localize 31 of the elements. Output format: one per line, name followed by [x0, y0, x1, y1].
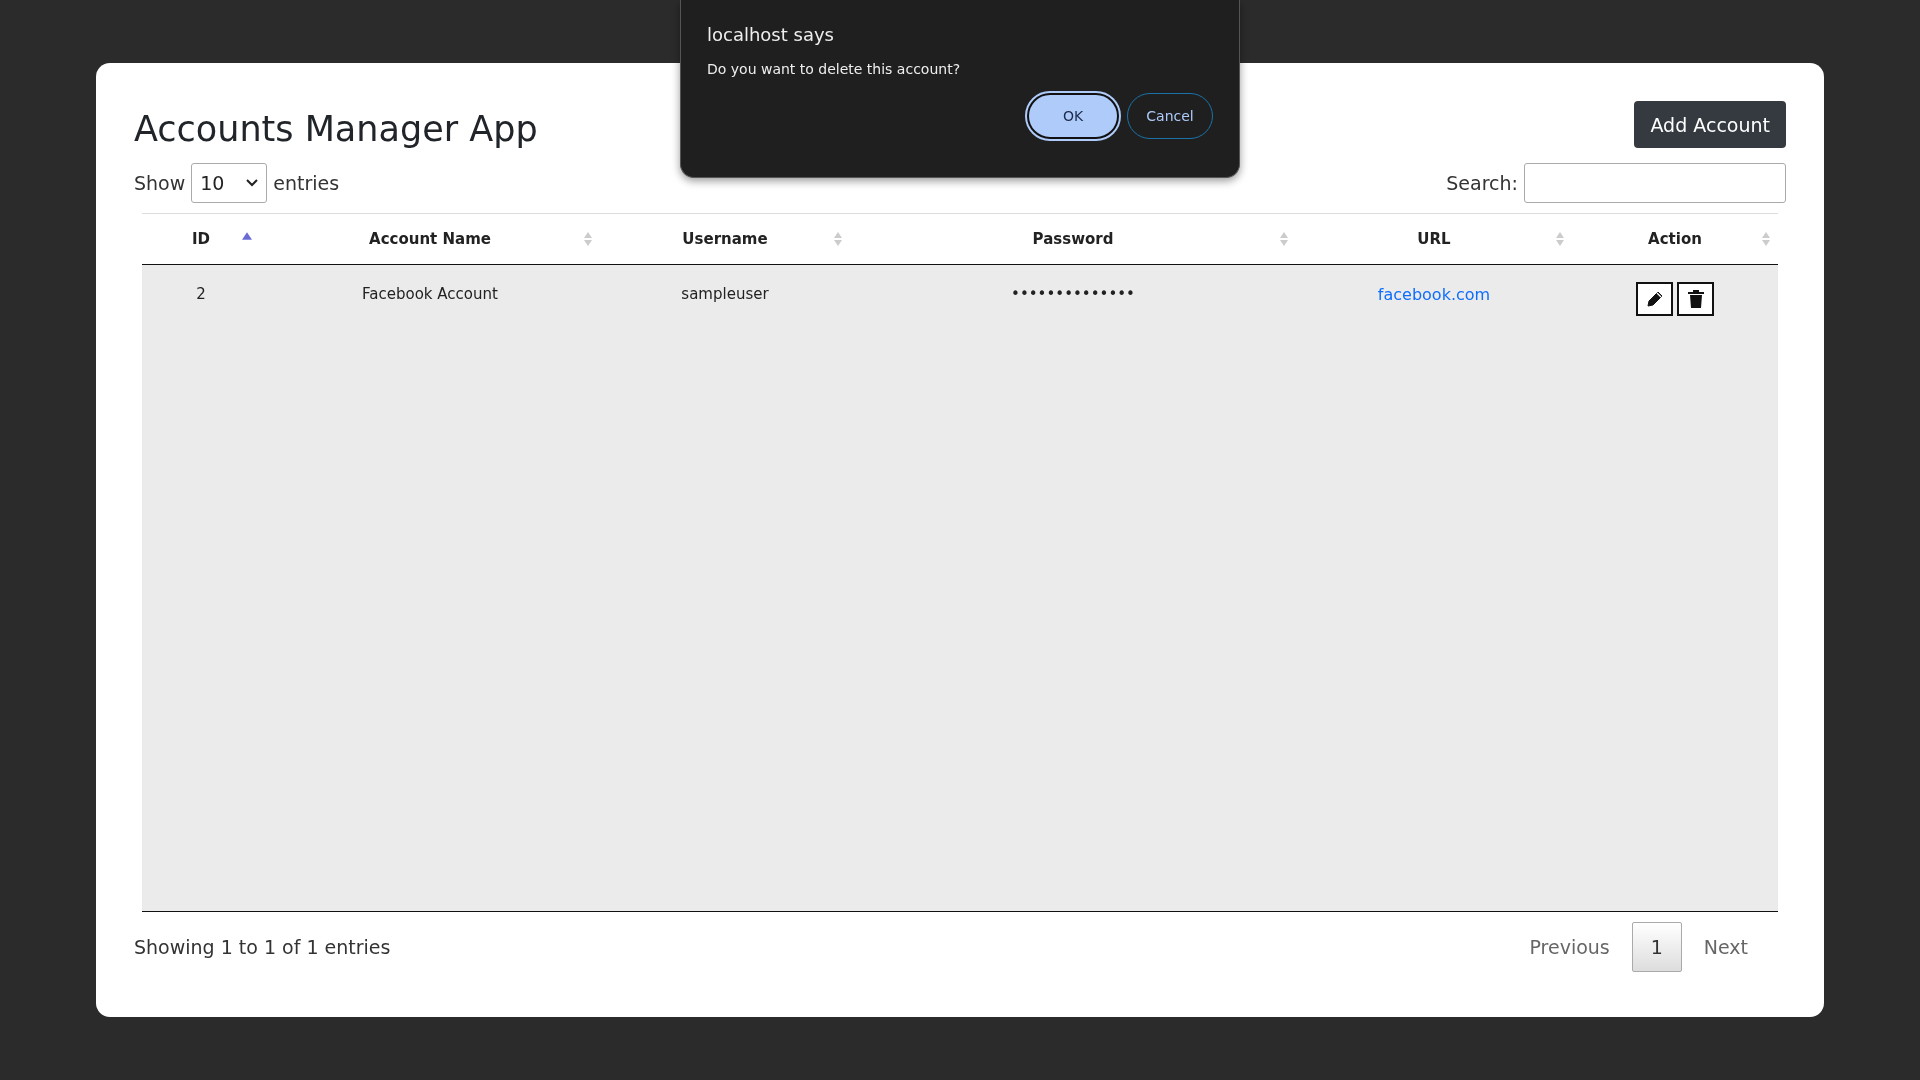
table-cell-text: sampleuser	[680, 285, 770, 303]
column-header[interactable]: Password	[850, 214, 1296, 264]
table-cell-text: 2	[195, 285, 207, 303]
edit-button[interactable]	[1636, 282, 1673, 316]
password-cell-text: ••••••••••••••	[1010, 285, 1136, 303]
column-header[interactable]: Action	[1572, 214, 1778, 264]
search-label: Search:	[1446, 172, 1518, 194]
delete-button[interactable]	[1677, 282, 1714, 316]
column-header[interactable]: URL	[1296, 214, 1572, 264]
ok-button[interactable]: OK	[1027, 93, 1119, 139]
show-label: Show	[134, 172, 186, 194]
next-link[interactable]: Next	[1685, 928, 1766, 966]
page-button[interactable]: 1	[1631, 922, 1682, 972]
column-header[interactable]: Username	[600, 214, 850, 264]
entries-info: Showing 1 to 1 of 1 entries	[134, 936, 391, 958]
chevron-down-icon	[246, 179, 259, 187]
previous-link[interactable]: Previous	[1511, 928, 1628, 966]
url-link[interactable]: facebook.com	[1377, 284, 1491, 304]
table-cell-text: Facebook Account	[361, 285, 499, 303]
app-title: Accounts Manager App	[134, 109, 538, 149]
column-header[interactable]: ID	[142, 214, 260, 264]
entries-label: entries	[273, 172, 340, 194]
trash-icon	[1686, 289, 1705, 309]
dialog-title: localhost says	[707, 24, 835, 45]
cancel-button[interactable]: Cancel	[1127, 93, 1213, 139]
pencil-icon	[1644, 289, 1665, 309]
entries-select[interactable]: 10	[191, 163, 268, 203]
dialog-message: Do you want to delete this account?	[707, 61, 962, 77]
search-field[interactable]	[1524, 163, 1786, 203]
add-account-button[interactable]: Add Account	[1634, 101, 1786, 148]
column-header[interactable]: Account Name	[260, 214, 600, 264]
